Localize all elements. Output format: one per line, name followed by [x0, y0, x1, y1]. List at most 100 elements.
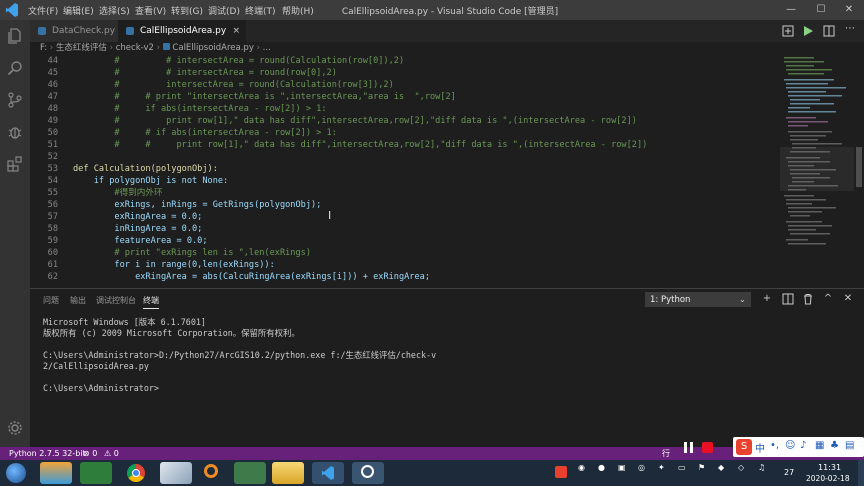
- code-editor[interactable]: 44 # # intersectArea = round(Calculation…: [30, 55, 780, 285]
- tab-debug-console[interactable]: 调试控制台: [96, 295, 136, 306]
- tray-app-icon[interactable]: ◎: [638, 463, 645, 472]
- clock-date[interactable]: 2020-02-18: [806, 474, 850, 483]
- trash-icon[interactable]: [801, 292, 815, 306]
- chevron-up-icon[interactable]: ^: [821, 292, 835, 306]
- explorer-icon[interactable]: [7, 28, 23, 44]
- maximize-button[interactable]: ☐: [806, 2, 836, 18]
- code-line: 60 # print "exRings len is ",len(exRings…: [47, 248, 311, 258]
- terminal-line: 2/CalEllipsoidArea.py: [43, 361, 149, 371]
- taskbar-magnifier-icon[interactable]: [352, 462, 384, 484]
- tab-output[interactable]: 输出: [70, 295, 86, 306]
- editor-scrollbar[interactable]: [854, 55, 864, 285]
- errors-count[interactable]: ⊗ 0: [83, 447, 97, 460]
- python-interpreter[interactable]: Python 2.7.5 32-bit: [9, 447, 86, 460]
- menu-terminal[interactable]: 终端(T): [245, 4, 276, 17]
- ime-mode-icon[interactable]: 中: [755, 440, 765, 455]
- punctuation-icon[interactable]: •,: [770, 440, 779, 451]
- more-actions-icon[interactable]: ⋯: [845, 23, 855, 34]
- minimize-button[interactable]: —: [776, 2, 806, 18]
- show-desktop-button[interactable]: [858, 460, 864, 486]
- clock-time[interactable]: 11:31: [818, 463, 841, 472]
- taskbar-explorer-icon[interactable]: [272, 462, 304, 484]
- code-line: 55 #得到内外环: [47, 188, 163, 198]
- tab-label: DataCheck.py: [52, 26, 116, 36]
- split-editor-icon[interactable]: [823, 25, 835, 37]
- terminal-line: 版权所有 (c) 2009 Microsoft Corporation。保留所有…: [43, 328, 300, 338]
- terminal-line: C:\Users\Administrator>D:/Python27/ArcGI…: [43, 350, 437, 360]
- notification-badge[interactable]: 27: [784, 468, 794, 477]
- code-line: 49 # print row[1]," data has diff",inter…: [47, 116, 637, 126]
- tab-datacheck[interactable]: DataCheck.py: [30, 20, 118, 42]
- taskbar-search-app-icon[interactable]: [196, 462, 228, 484]
- tray-app-icon[interactable]: ◆: [718, 463, 724, 472]
- open-changes-icon[interactable]: [782, 25, 794, 37]
- run-icon[interactable]: [802, 25, 814, 37]
- tray-app-icon[interactable]: ◇: [738, 463, 744, 472]
- code-line: 47 # # print "intersectArea is ",interse…: [47, 92, 456, 102]
- cursor-position[interactable]: 行: [662, 447, 670, 460]
- taskbar-notes-icon[interactable]: [160, 462, 192, 484]
- source-control-icon[interactable]: [7, 92, 23, 108]
- stop-record-icon[interactable]: [702, 442, 713, 453]
- tab-terminal[interactable]: 终端: [143, 295, 159, 309]
- taskbar-app-icon[interactable]: [234, 462, 266, 484]
- extensions-icon[interactable]: [7, 156, 23, 172]
- breadcrumb-drive[interactable]: F:: [40, 43, 47, 53]
- tab-problems[interactable]: 问题: [43, 295, 59, 306]
- taskbar-chrome-icon[interactable]: [120, 462, 152, 484]
- code-line: 61 for i in range(0,len(exRings)):: [47, 260, 275, 270]
- code-line: 50 # # if abs(intersectArea - row[2]) > …: [47, 128, 337, 138]
- tray-network-icon[interactable]: ▣: [618, 463, 626, 472]
- microphone-icon[interactable]: ♪: [800, 440, 806, 451]
- breadcrumb-symbol[interactable]: ...: [263, 43, 271, 53]
- menu-go[interactable]: 转到(G): [171, 4, 203, 17]
- sogou-ime-icon[interactable]: S: [736, 439, 752, 455]
- scrollbar-thumb[interactable]: [856, 147, 862, 187]
- emoji-icon[interactable]: ☺: [785, 440, 795, 451]
- pause-icon[interactable]: [684, 442, 687, 453]
- taskbar-media-player-icon[interactable]: [40, 462, 72, 484]
- toolbox-icon[interactable]: ▤: [845, 440, 854, 451]
- window-title: CalEllipsoidArea.py - Visual Studio Code…: [341, 7, 559, 17]
- tray-monitor-icon[interactable]: ▭: [678, 463, 686, 472]
- code-line: 59 featureArea = 0.0;: [47, 236, 208, 246]
- breadcrumb: F: › 生态红线评估 › check-v2 › CalEllipsoidAre…: [30, 42, 864, 55]
- menu-selection[interactable]: 选择(S): [99, 4, 130, 17]
- terminal-select[interactable]: 1: Python ⌄: [645, 292, 751, 307]
- editor-tab-bar: DataCheck.py CalEllipsoidArea.py × ⋯: [30, 20, 864, 42]
- close-window-button[interactable]: ✕: [834, 2, 864, 18]
- menu-file[interactable]: 文件(F): [28, 4, 58, 17]
- menu-edit[interactable]: 编辑(E): [63, 4, 94, 17]
- code-line: 48 # if abs(intersectArea - row[2]) > 1:: [47, 104, 327, 114]
- python-file-icon: [162, 43, 170, 50]
- minimap[interactable]: [780, 55, 854, 285]
- terminal-prompt[interactable]: C:\Users\Administrator>: [43, 383, 159, 394]
- tray-app-icon[interactable]: ●: [598, 463, 605, 472]
- tray-ime-icon[interactable]: [555, 466, 567, 478]
- debug-icon[interactable]: [7, 124, 23, 140]
- keyboard-icon[interactable]: ▦: [815, 440, 824, 451]
- tray-shield-icon[interactable]: ◉: [578, 463, 585, 472]
- skin-icon[interactable]: ♣: [830, 440, 839, 451]
- search-icon[interactable]: [7, 60, 23, 76]
- tab-calellipsoidarea[interactable]: CalEllipsoidArea.py ×: [118, 20, 246, 42]
- tray-flag-icon[interactable]: ⚑: [698, 463, 705, 472]
- split-icon[interactable]: [781, 292, 795, 306]
- code-line: 45 # # intersectArea = round(row[0],2): [47, 68, 337, 78]
- close-icon[interactable]: ✕: [841, 292, 855, 306]
- taskbar-vscode-icon[interactable]: [312, 462, 344, 484]
- breadcrumb-subfolder[interactable]: check-v2: [116, 43, 154, 53]
- menu-view[interactable]: 查看(V): [135, 4, 166, 17]
- tray-app-icon[interactable]: ✦: [658, 463, 665, 472]
- tray-volume-icon[interactable]: ♫: [758, 463, 765, 472]
- breadcrumb-file[interactable]: CalEllipsoidArea.py: [172, 43, 253, 53]
- taskbar-excel-icon[interactable]: [80, 462, 112, 484]
- warnings-count[interactable]: ⚠ 0: [104, 447, 119, 460]
- plus-icon[interactable]: +: [760, 292, 774, 306]
- menu-debug[interactable]: 调试(D): [208, 4, 240, 17]
- breadcrumb-folder[interactable]: 生态红线评估: [56, 43, 107, 53]
- windows-taskbar: ◉ ● ▣ ◎ ✦ ▭ ⚑ ◆ ◇ ♫ 27 11:31 2020-02-18: [0, 460, 864, 486]
- close-tab-icon[interactable]: ×: [232, 20, 240, 42]
- settings-gear-icon[interactable]: [7, 420, 23, 436]
- start-button[interactable]: [6, 463, 26, 483]
